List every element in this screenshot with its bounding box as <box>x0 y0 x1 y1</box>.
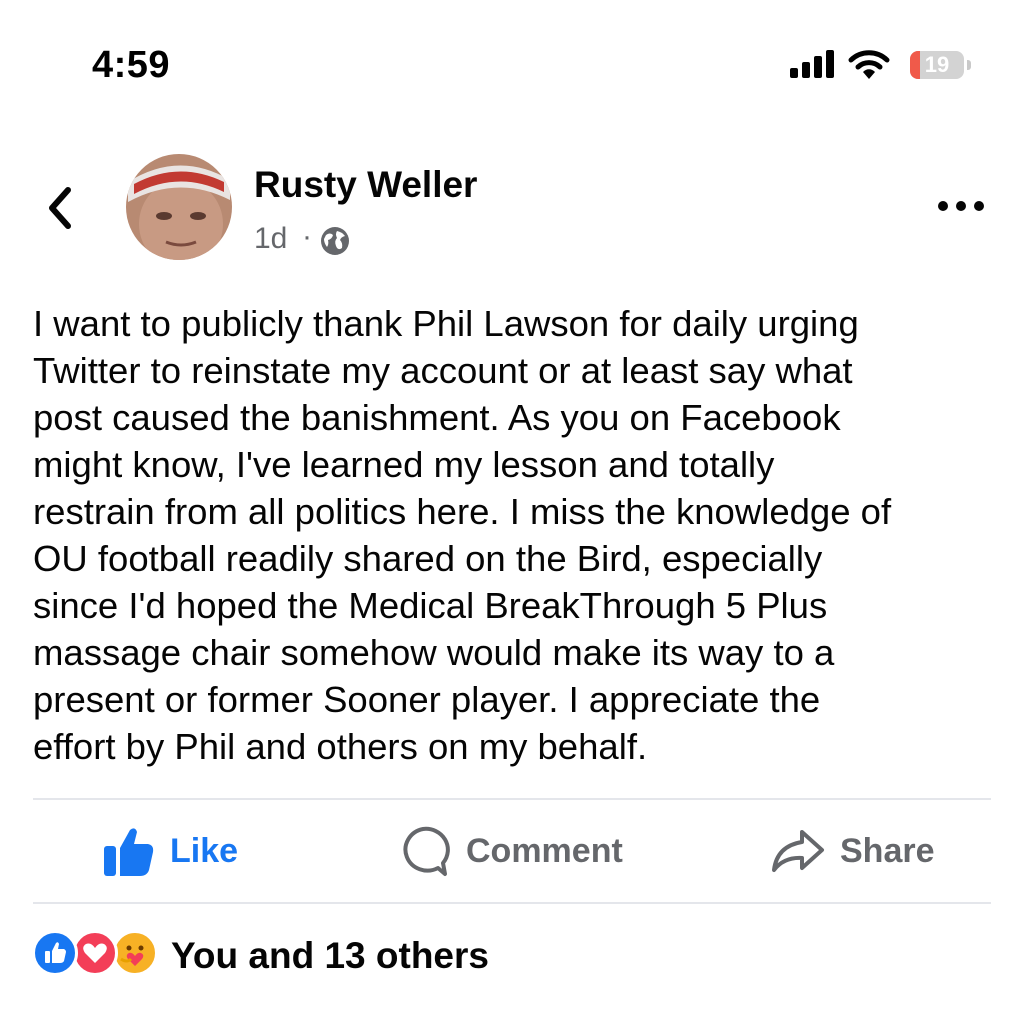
comment-button[interactable]: Comment <box>396 820 636 882</box>
reaction-summary[interactable]: You and 13 others <box>171 935 489 977</box>
chevron-left-icon[interactable] <box>40 184 80 232</box>
status-time: 4:59 <box>92 44 171 86</box>
comment-bubble-icon <box>403 826 450 876</box>
divider-top <box>33 798 991 800</box>
battery-nub <box>967 60 971 70</box>
like-button[interactable]: Like <box>102 820 252 882</box>
battery-icon: 19 <box>910 51 964 79</box>
care-reaction-icon <box>112 930 158 976</box>
more-dots-icon <box>938 201 948 211</box>
cellular-signal-icon <box>790 48 840 82</box>
globe-icon <box>321 227 349 255</box>
battery-percent: 19 <box>924 52 950 77</box>
comment-label: Comment <box>466 832 623 870</box>
more-dot <box>956 201 966 211</box>
wifi-icon <box>848 50 890 79</box>
avatar-photo <box>126 154 232 260</box>
post-body: I want to publicly thank Phil Lawson for… <box>33 303 892 767</box>
share-button[interactable]: Share <box>770 820 940 882</box>
divider-bottom <box>33 902 991 904</box>
love-reaction-icon <box>72 930 118 976</box>
avatar[interactable] <box>126 154 232 260</box>
share-arrow-icon <box>772 830 824 872</box>
reaction-icons[interactable] <box>32 930 162 980</box>
meta-separator: · <box>302 220 312 253</box>
author-name[interactable]: Rusty Weller <box>254 164 477 206</box>
share-label: Share <box>840 832 935 870</box>
more-options-button[interactable] <box>936 196 986 220</box>
like-reaction-icon <box>32 930 78 976</box>
post-time[interactable]: 1d <box>254 222 287 256</box>
like-label: Like <box>170 832 239 870</box>
more-dot <box>974 201 984 211</box>
thumbs-up-icon <box>104 828 154 876</box>
